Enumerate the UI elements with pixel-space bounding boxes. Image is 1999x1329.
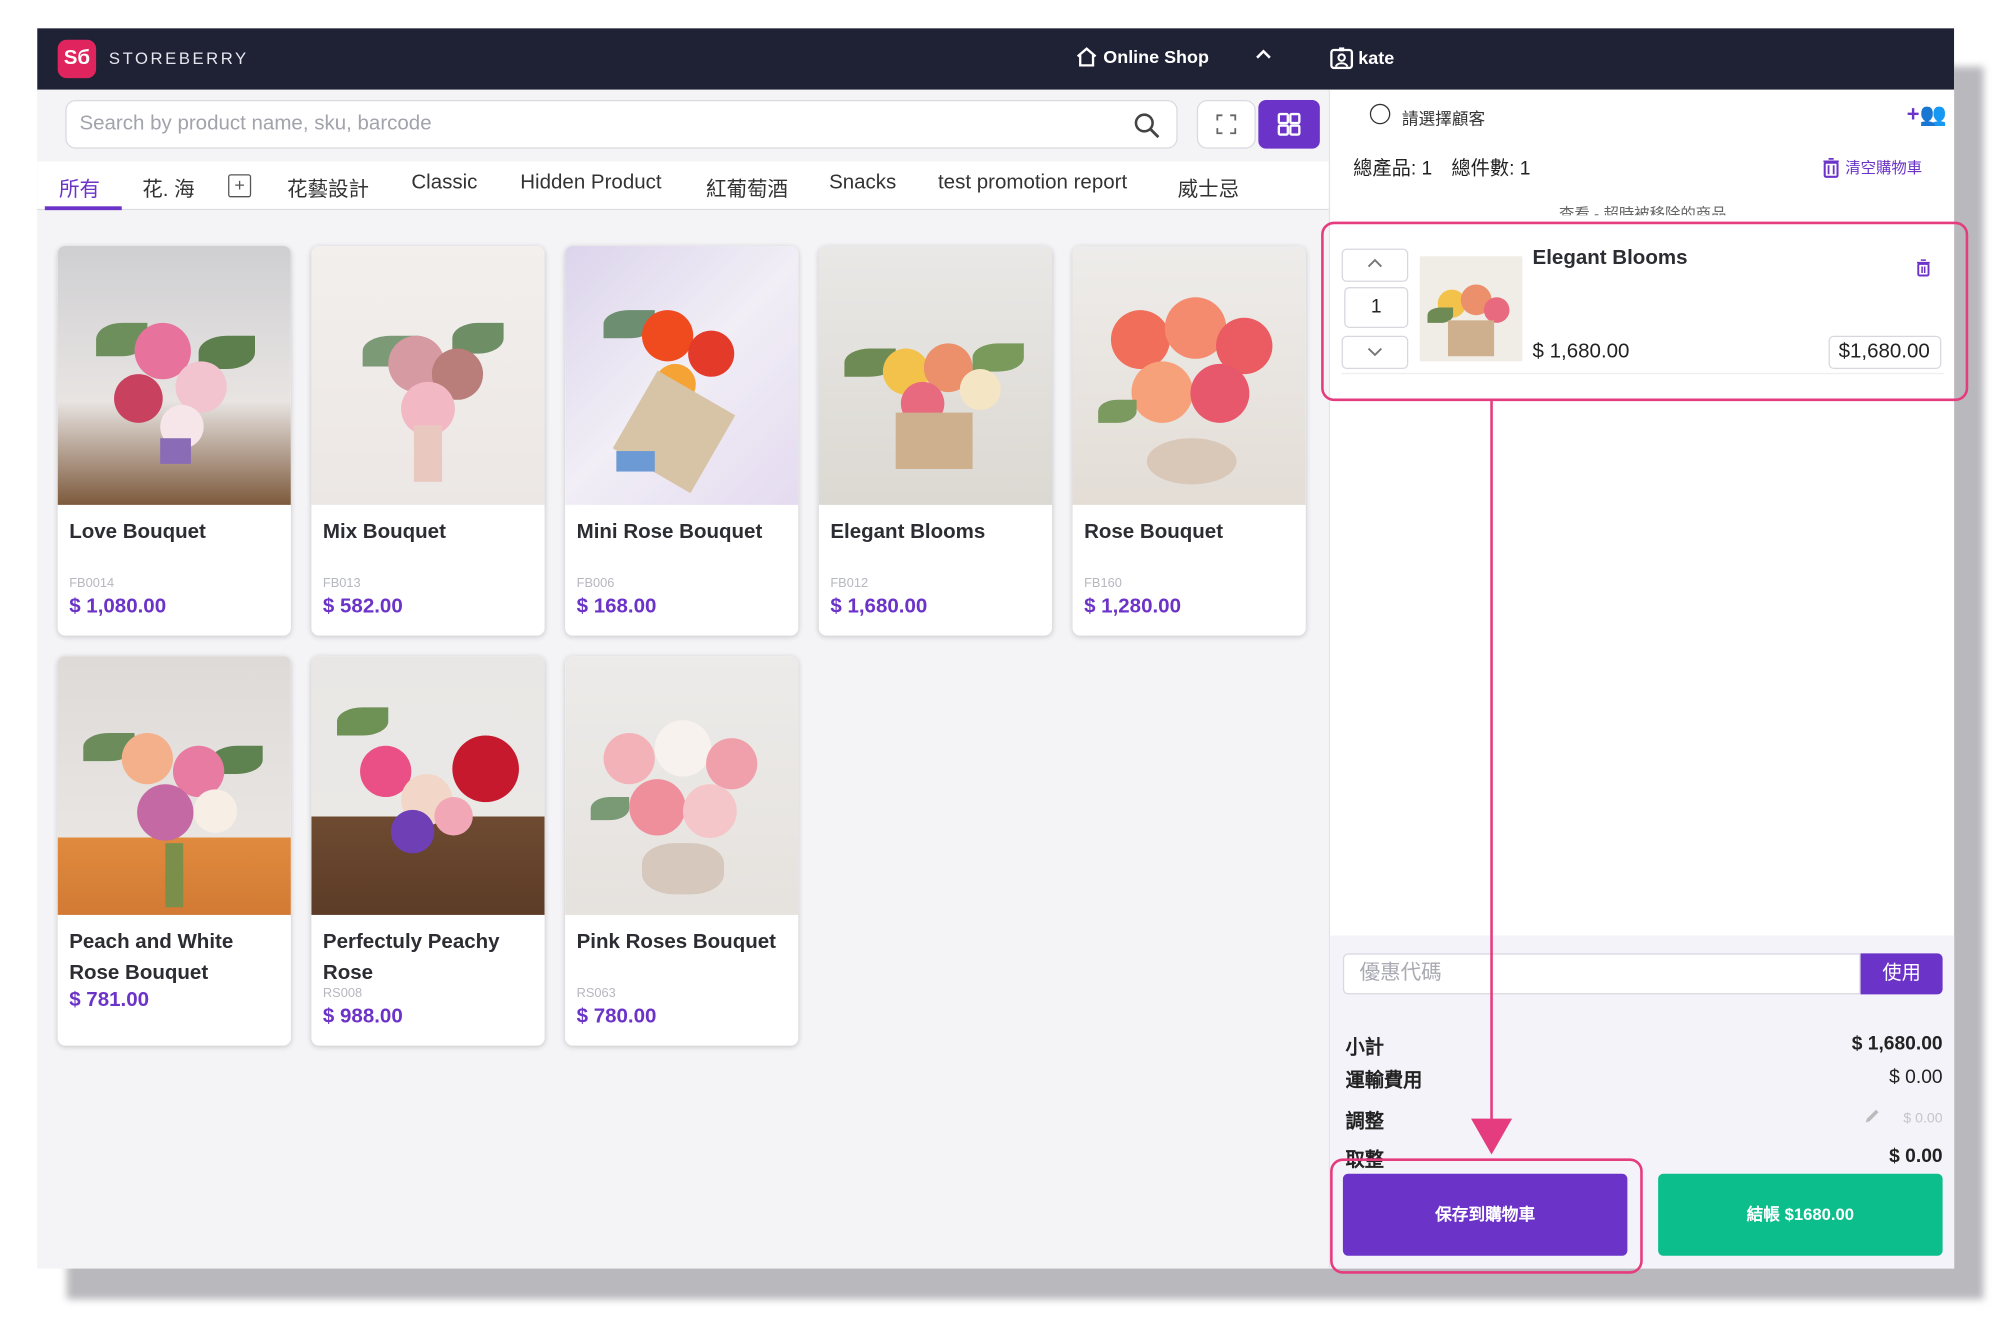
product-name: Mix Bouquet xyxy=(322,521,446,544)
coupon-input[interactable] xyxy=(1342,953,1861,995)
search-bar xyxy=(65,99,1178,149)
tab-floral-design[interactable]: 花藝設計 xyxy=(287,172,369,203)
product-image xyxy=(818,246,1053,505)
brand-name: STOREBERRY xyxy=(108,48,249,68)
clear-cart-button[interactable]: 清空購物車 xyxy=(1822,156,1922,178)
product-image xyxy=(565,246,799,505)
fullscreen-icon xyxy=(1216,114,1237,135)
category-tabs: 所有 花. 海 + 花藝設計 Classic Hidden Product 紅葡… xyxy=(37,161,1329,211)
product-image xyxy=(565,656,799,915)
cart-totals: 總產品: 1 總件數: 1 xyxy=(1353,157,1531,180)
select-customer[interactable]: 請選擇顧客 xyxy=(1402,105,1485,129)
tab-hidden-product[interactable]: Hidden Product xyxy=(520,172,661,195)
online-shop-button[interactable]: Online Shop xyxy=(1075,46,1209,67)
top-bar: Sб STOREBERRY Online Shop kate xyxy=(37,28,1955,90)
product-sku: FB0014 xyxy=(69,576,115,591)
shipping-value: $ 0.00 xyxy=(1889,1066,1943,1088)
product-card[interactable]: Love Bouquet FB0014 $ 1,080.00 xyxy=(57,246,291,636)
product-name: Love Bouquet xyxy=(69,521,206,544)
product-panel: 所有 花. 海 + 花藝設計 Classic Hidden Product 紅葡… xyxy=(37,89,1329,1269)
product-sku: FB160 xyxy=(1084,576,1122,591)
user-menu[interactable]: kate xyxy=(1329,46,1395,70)
product-name: Perfectuly Peachy Rose xyxy=(322,931,500,985)
user-name: kate xyxy=(1358,47,1395,68)
tab-red-wine[interactable]: 紅葡萄酒 xyxy=(706,172,788,203)
grid-view-button[interactable] xyxy=(1258,99,1320,149)
product-price: $ 1,680.00 xyxy=(830,595,928,618)
add-customer-icon[interactable]: +👥 xyxy=(1907,103,1947,129)
product-card[interactable]: Elegant Blooms FB012 $ 1,680.00 xyxy=(818,246,1053,636)
subtotal-label: 小計 xyxy=(1345,1036,1384,1059)
product-card[interactable]: Mini Rose Bouquet FB006 $ 168.00 xyxy=(565,246,799,636)
product-card[interactable]: Pink Roses Bouquet RS063 $ 780.00 xyxy=(565,656,799,1046)
product-card[interactable]: Perfectuly Peachy Rose RS008 $ 988.00 xyxy=(311,656,545,1046)
product-card[interactable]: Peach and White Rose Bouquet $ 781.00 xyxy=(57,656,291,1046)
user-badge-icon xyxy=(1330,47,1354,70)
tab-snacks[interactable]: Snacks xyxy=(829,172,896,195)
tab-flower-sea[interactable]: 花. 海 xyxy=(142,172,194,203)
annotation-arrow-head xyxy=(1471,1118,1513,1155)
product-card[interactable]: Mix Bouquet FB013 $ 582.00 xyxy=(311,246,545,636)
adjustment-label: 調整 xyxy=(1345,1110,1384,1133)
search-icon[interactable] xyxy=(1133,111,1161,139)
product-sku: FB012 xyxy=(830,576,869,591)
active-tab-indicator xyxy=(44,206,122,211)
product-sku: FB013 xyxy=(322,576,361,591)
tab-whisky[interactable]: 威士忌 xyxy=(1178,172,1240,203)
checkout-button[interactable]: 結帳 $1680.00 xyxy=(1658,1173,1943,1256)
product-image xyxy=(57,656,291,915)
search-input[interactable] xyxy=(79,108,1105,140)
product-price: $ 780.00 xyxy=(576,1005,657,1028)
product-sku: RS063 xyxy=(576,986,616,1001)
storeberry-logo-icon: Sб xyxy=(57,39,97,79)
online-shop-label: Online Shop xyxy=(1103,46,1209,67)
product-name: Elegant Blooms xyxy=(830,521,986,544)
plus-square-icon[interactable]: + xyxy=(228,174,252,198)
home-icon xyxy=(1076,47,1097,67)
fullscreen-button[interactable] xyxy=(1196,99,1256,149)
product-name: Peach and White Rose Bouquet xyxy=(69,931,234,985)
cart-item-highlight xyxy=(1321,221,1969,402)
grid-icon xyxy=(1277,112,1301,136)
annotation-arrow xyxy=(1490,401,1493,1122)
adjustment-value: $ 0.00 xyxy=(1903,1110,1943,1127)
product-name: Rose Bouquet xyxy=(1084,521,1224,544)
product-card[interactable]: Rose Bouquet FB160 $ 1,280.00 xyxy=(1072,246,1306,636)
product-price: $ 582.00 xyxy=(322,595,403,618)
subtotal-value: $ 1,680.00 xyxy=(1851,1032,1943,1055)
pencil-icon[interactable] xyxy=(1863,1107,1881,1131)
product-price: $ 988.00 xyxy=(322,1005,403,1028)
product-image xyxy=(1072,246,1306,505)
product-sku: RS008 xyxy=(322,986,363,1001)
tab-classic[interactable]: Classic xyxy=(411,172,477,195)
product-price: $ 1,280.00 xyxy=(1084,595,1181,618)
product-image xyxy=(311,246,545,505)
app-window: Sб STOREBERRY Online Shop kate Search by… xyxy=(37,28,1955,1269)
chevron-up-icon[interactable] xyxy=(1254,45,1272,69)
tab-all[interactable]: 所有 xyxy=(59,172,100,203)
trash-icon xyxy=(1823,157,1839,178)
product-price: $ 1,080.00 xyxy=(69,595,167,618)
product-price: $ 168.00 xyxy=(576,595,657,618)
shipping-label: 運輸費用 xyxy=(1345,1069,1423,1092)
apply-coupon-button[interactable]: 使用 xyxy=(1860,953,1943,995)
product-image xyxy=(57,246,291,505)
removed-items-link[interactable]: 查看 - 超時被移除的商品 xyxy=(1330,202,1954,215)
product-price: $ 781.00 xyxy=(69,989,150,1012)
clear-cart-label: 清空購物車 xyxy=(1845,158,1923,177)
save-button-highlight xyxy=(1330,1158,1643,1274)
product-name: Pink Roses Bouquet xyxy=(576,931,776,954)
tab-test-promotion-report[interactable]: test promotion report xyxy=(938,172,1127,195)
product-image xyxy=(311,656,545,915)
rounding-value: $ 0.00 xyxy=(1889,1145,1943,1168)
product-sku: FB006 xyxy=(576,576,615,591)
product-name: Mini Rose Bouquet xyxy=(576,521,763,544)
customer-icon[interactable] xyxy=(1369,103,1391,125)
